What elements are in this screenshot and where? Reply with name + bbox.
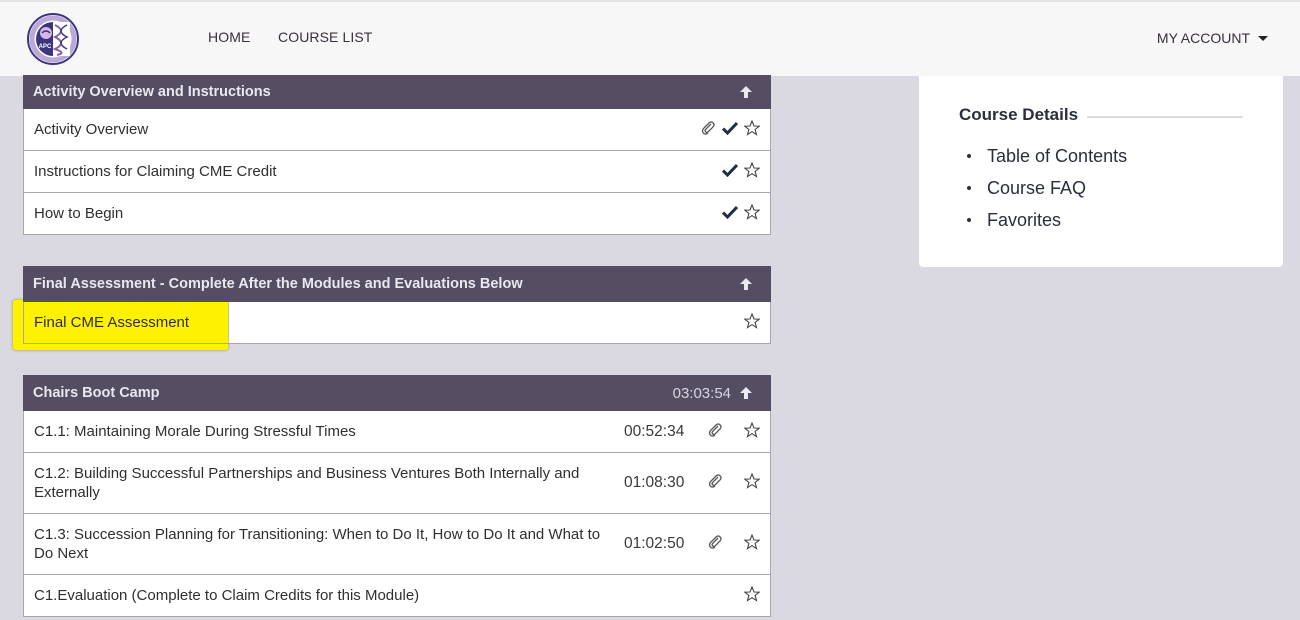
- bullet-icon: [967, 186, 971, 190]
- list-item[interactable]: C1.1: Maintaining Morale During Stressfu…: [23, 411, 771, 453]
- list-item[interactable]: Activity Overview: [23, 109, 771, 151]
- bullet-icon: [967, 154, 971, 158]
- item-title[interactable]: Instructions for Claiming CME Credit: [34, 162, 722, 181]
- collapse-arrow-up-icon[interactable]: [739, 386, 753, 400]
- section-final-assessment: Final Assessment - Complete After the Mo…: [23, 266, 771, 344]
- nav-home-link[interactable]: HOME: [208, 29, 250, 45]
- item-duration: 00:52:34: [624, 422, 685, 440]
- section-title: Chairs Boot Camp: [33, 385, 160, 401]
- list-item[interactable]: Instructions for Claiming CME Credit: [23, 151, 771, 193]
- star-outline-icon[interactable]: [743, 421, 761, 442]
- nav-course-list-link[interactable]: COURSE LIST: [278, 29, 372, 45]
- item-title[interactable]: Activity Overview: [34, 120, 700, 139]
- paperclip-icon[interactable]: [707, 473, 723, 493]
- link-course-faq[interactable]: Course FAQ: [967, 172, 1127, 204]
- bullet-icon: [967, 218, 971, 222]
- section-header: Activity Overview and Instructions: [23, 75, 771, 109]
- section-header: Final Assessment - Complete After the Mo…: [23, 266, 771, 302]
- course-details-card: Course Details Table of Contents Course …: [919, 76, 1283, 267]
- list-item[interactable]: C1.3: Succession Planning for Transition…: [23, 514, 771, 575]
- checkmark-icon: [721, 205, 739, 223]
- item-duration: 01:02:50: [624, 535, 685, 552]
- course-details-title: Course Details: [959, 105, 1079, 124]
- link-label[interactable]: Course FAQ: [987, 178, 1086, 199]
- section-activity-overview: Activity Overview and Instructions Activ…: [23, 75, 771, 235]
- item-title[interactable]: C1.Evaluation (Complete to Claim Credits…: [34, 586, 738, 605]
- list-item[interactable]: C1.Evaluation (Complete to Claim Credits…: [23, 575, 771, 617]
- my-account-menu[interactable]: MY ACCOUNT: [1157, 30, 1268, 46]
- course-details-links: Table of Contents Course FAQ Favorites: [967, 140, 1127, 236]
- star-outline-icon[interactable]: [743, 472, 761, 493]
- divider: [1087, 116, 1243, 118]
- section-total-duration: 03:03:54: [672, 384, 731, 402]
- svg-text:APC: APC: [39, 44, 52, 50]
- collapse-arrow-up-icon[interactable]: [739, 85, 753, 99]
- item-title[interactable]: Final CME Assessment: [34, 313, 744, 332]
- link-label[interactable]: Table of Contents: [987, 146, 1127, 167]
- item-title[interactable]: C1.1: Maintaining Morale During Stressfu…: [34, 422, 618, 441]
- checkmark-icon: [721, 121, 739, 139]
- paperclip-icon[interactable]: [707, 422, 723, 442]
- item-duration: 01:08:30: [624, 474, 685, 491]
- apc-logo[interactable]: APC: [27, 13, 79, 65]
- my-account-label: MY ACCOUNT: [1156, 30, 1250, 46]
- star-outline-icon[interactable]: [743, 161, 761, 182]
- section-header: Chairs Boot Camp 03:03:54: [23, 375, 771, 411]
- paperclip-icon[interactable]: [700, 120, 716, 140]
- caret-down-icon: [1258, 36, 1268, 41]
- star-outline-icon[interactable]: [743, 533, 761, 554]
- link-table-of-contents[interactable]: Table of Contents: [967, 140, 1127, 172]
- star-outline-icon[interactable]: [743, 312, 761, 333]
- checkmark-icon: [721, 163, 739, 181]
- list-item[interactable]: Final CME Assessment: [23, 302, 771, 344]
- list-item[interactable]: C1.2: Building Successful Partnerships a…: [23, 453, 771, 514]
- item-title[interactable]: C1.2: Building Successful Partnerships a…: [34, 464, 618, 502]
- star-outline-icon[interactable]: [743, 585, 761, 606]
- star-outline-icon[interactable]: [743, 203, 761, 224]
- link-label[interactable]: Favorites: [987, 210, 1061, 231]
- link-favorites[interactable]: Favorites: [967, 204, 1127, 236]
- item-title[interactable]: How to Begin: [34, 204, 722, 223]
- star-outline-icon[interactable]: [743, 119, 761, 140]
- top-nav-bar: APC HOME COURSE LIST MY ACCOUNT: [0, 0, 1300, 76]
- list-item[interactable]: How to Begin: [23, 193, 771, 235]
- section-title: Final Assessment - Complete After the Mo…: [33, 276, 523, 292]
- section-chairs-boot-camp: Chairs Boot Camp 03:03:54 C1.1: Maintain…: [23, 375, 771, 617]
- collapse-arrow-up-icon[interactable]: [739, 277, 753, 291]
- paperclip-icon[interactable]: [707, 534, 723, 554]
- section-title: Activity Overview and Instructions: [33, 84, 271, 100]
- item-title[interactable]: C1.3: Succession Planning for Transition…: [34, 525, 618, 563]
